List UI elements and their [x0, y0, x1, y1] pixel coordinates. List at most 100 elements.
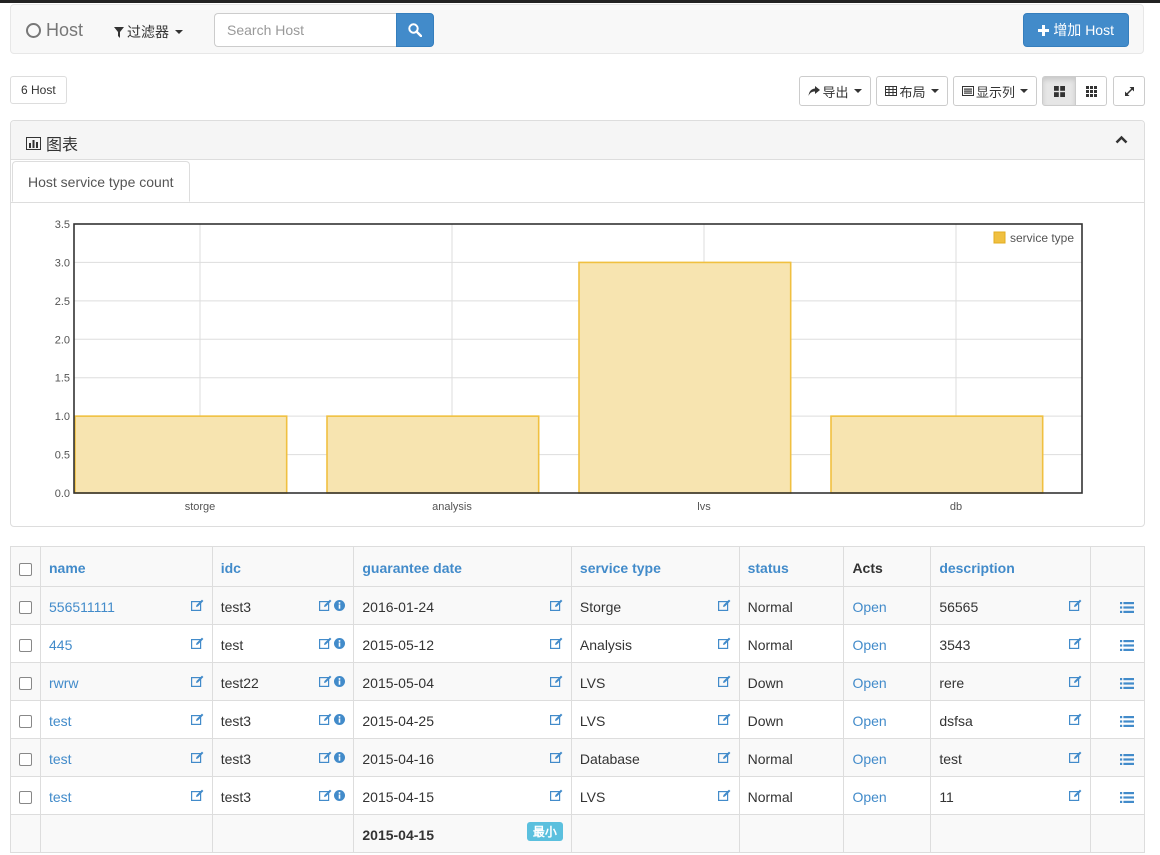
idc-value: test3 [220, 598, 252, 615]
edit-icon[interactable] [319, 788, 332, 804]
edit-icon[interactable] [549, 750, 563, 766]
filter-dropdown[interactable]: 过滤器 [114, 22, 183, 42]
info-icon[interactable] [334, 598, 346, 614]
service-type-cell: LVS [570, 700, 740, 739]
select-all-checkbox[interactable] [19, 562, 32, 576]
brand[interactable]: Host [26, 20, 83, 41]
guarantee-date-value: 2015-04-25 [362, 712, 434, 729]
list-icon[interactable] [1120, 638, 1134, 654]
min-badge: 最小 [526, 822, 563, 841]
edit-icon[interactable] [190, 788, 204, 804]
edit-icon[interactable] [1069, 598, 1082, 614]
layout-button[interactable]: 布局 [876, 76, 948, 106]
info-icon[interactable] [334, 712, 346, 728]
list-icon[interactable] [1120, 714, 1134, 730]
row-checkbox[interactable] [19, 753, 32, 767]
chart-tabs: Host service type count [11, 160, 1144, 203]
service-type-bar-chart: 0.0 0.5 1.0 1.5 2.0 2.5 3.0 3.5 storge analysis lv… [55, 219, 1083, 513]
edit-icon[interactable] [549, 712, 563, 728]
edit-icon[interactable] [549, 636, 563, 652]
idc-value: test3 [220, 750, 252, 767]
open-link[interactable]: Open [852, 675, 886, 691]
open-link[interactable]: Open [852, 713, 886, 729]
edit-icon[interactable] [717, 750, 731, 766]
host-name-link[interactable]: test [49, 713, 72, 729]
column-header-name[interactable]: name [40, 546, 213, 587]
export-button[interactable]: 导出 [799, 76, 871, 106]
description-value: 56565 [939, 598, 979, 615]
view-small-grid-button[interactable] [1075, 76, 1107, 106]
edit-icon[interactable] [1069, 788, 1082, 804]
description-value: rere [939, 674, 965, 691]
list-alt-icon [962, 86, 974, 96]
idc-actions [319, 750, 346, 766]
search-button[interactable] [396, 13, 434, 47]
column-header-guarantee-date[interactable]: guarantee date [353, 546, 572, 587]
summary-min-date: 2015-04-15 [362, 826, 434, 843]
edit-icon[interactable] [190, 674, 204, 690]
edit-icon[interactable] [1069, 750, 1082, 766]
column-header-actions [1090, 546, 1145, 587]
host-name-link[interactable]: 445 [49, 637, 72, 653]
list-icon[interactable] [1120, 752, 1134, 768]
column-header-description[interactable]: description [930, 546, 1092, 587]
row-checkbox[interactable] [19, 791, 32, 805]
edit-icon[interactable] [1069, 636, 1082, 652]
edit-icon[interactable] [717, 712, 731, 728]
status-cell: Down [738, 700, 845, 739]
info-icon[interactable] [334, 750, 346, 766]
edit-icon[interactable] [319, 636, 332, 652]
list-icon[interactable] [1120, 600, 1134, 616]
edit-icon[interactable] [319, 598, 332, 614]
bar [578, 261, 792, 494]
open-link[interactable]: Open [852, 751, 886, 767]
edit-icon[interactable] [717, 788, 731, 804]
edit-icon[interactable] [549, 598, 563, 614]
chart-panel-heading: 图表 [11, 121, 1144, 160]
host-name-link[interactable]: 556511111 [49, 599, 115, 615]
chevron-up-icon[interactable] [1115, 135, 1128, 144]
row-checkbox[interactable] [19, 715, 32, 729]
column-header-status[interactable]: status [738, 546, 845, 587]
guarantee-date-cell: 2015-04-25 [353, 700, 572, 739]
edit-icon[interactable] [319, 712, 332, 728]
list-icon[interactable] [1120, 676, 1134, 692]
host-name-link[interactable]: test [49, 751, 72, 767]
edit-icon[interactable] [549, 788, 563, 804]
open-link[interactable]: Open [852, 789, 886, 805]
row-checkbox[interactable] [19, 601, 32, 615]
tab-host-service-type-count[interactable]: Host service type count [12, 161, 190, 202]
edit-icon[interactable] [319, 750, 332, 766]
host-name-link[interactable]: rwrw [49, 675, 79, 691]
edit-icon[interactable] [190, 636, 204, 652]
list-icon[interactable] [1120, 790, 1134, 806]
info-icon[interactable] [334, 788, 346, 804]
columns-button[interactable]: 显示列 [953, 76, 1037, 106]
open-link[interactable]: Open [852, 599, 886, 615]
row-checkbox[interactable] [19, 639, 32, 653]
edit-icon[interactable] [190, 750, 204, 766]
edit-icon[interactable] [549, 674, 563, 690]
search-input[interactable] [214, 13, 396, 47]
open-link[interactable]: Open [852, 637, 886, 653]
column-header-idc[interactable]: idc [211, 546, 355, 587]
status-value: Normal [747, 598, 793, 615]
fullscreen-button[interactable] [1113, 76, 1145, 106]
edit-icon[interactable] [717, 636, 731, 652]
row-checkbox[interactable] [19, 677, 32, 691]
info-icon[interactable] [334, 636, 346, 652]
edit-icon[interactable] [1069, 712, 1082, 728]
edit-icon[interactable] [1069, 674, 1082, 690]
idc-cell: test [211, 624, 355, 663]
description-cell: 11 [930, 776, 1092, 815]
view-large-grid-button[interactable] [1042, 76, 1076, 106]
add-host-button[interactable]: 增加 Host [1023, 13, 1129, 47]
edit-icon[interactable] [717, 598, 731, 614]
edit-icon[interactable] [190, 598, 204, 614]
edit-icon[interactable] [717, 674, 731, 690]
info-icon[interactable] [334, 674, 346, 690]
column-header-service-type[interactable]: service type [570, 546, 740, 587]
edit-icon[interactable] [190, 712, 204, 728]
host-name-link[interactable]: test [49, 789, 72, 805]
edit-icon[interactable] [319, 674, 332, 690]
